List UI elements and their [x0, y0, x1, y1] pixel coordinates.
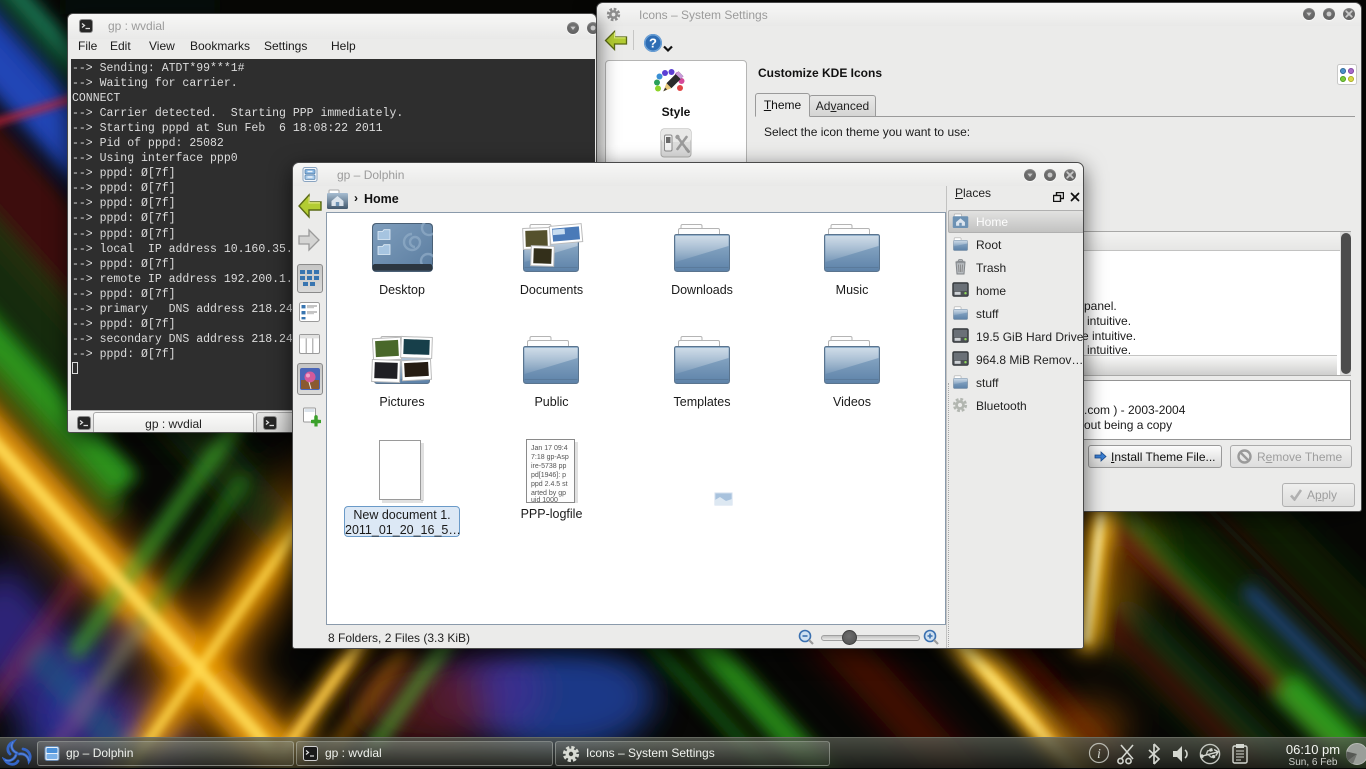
svg-text:?: ?: [649, 36, 657, 51]
svg-text:arted by gp: arted by gp: [531, 490, 566, 497]
svg-text:7:18 gp-Asp: 7:18 gp-Asp: [531, 454, 569, 461]
svg-text:ire-5738 pp: ire-5738 pp: [531, 463, 567, 470]
svg-text:uid 1000: uid 1000: [531, 497, 558, 504]
svg-text:i: i: [1097, 747, 1101, 762]
svg-text:pd[1946]: p: pd[1946]: p: [531, 472, 566, 479]
svg-text:ppd 2.4.5 st: ppd 2.4.5 st: [531, 481, 568, 488]
svg-text:Jan 17 09:4: Jan 17 09:4: [531, 445, 568, 452]
